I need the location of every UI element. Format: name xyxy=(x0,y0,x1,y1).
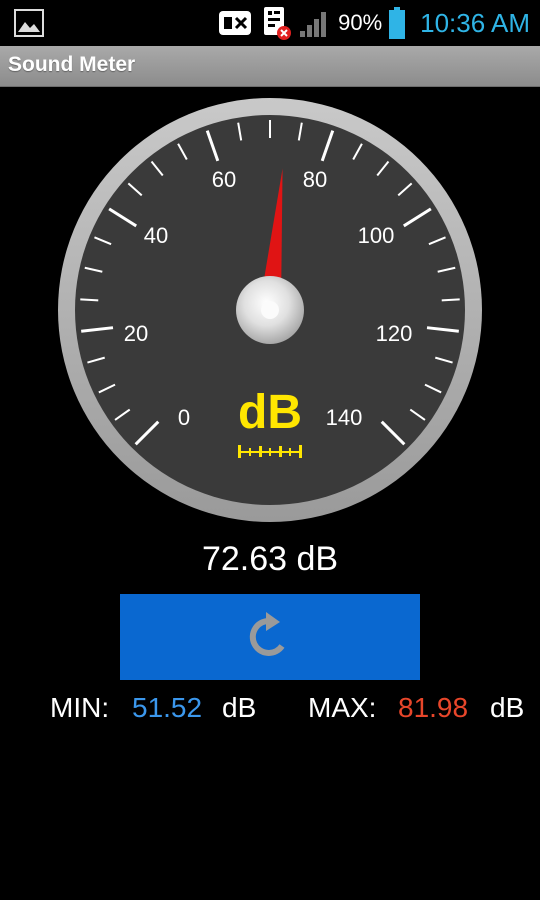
min-unit: dB xyxy=(222,692,257,723)
sound-gauge: 0 20 40 60 80 100 120 140 dB xyxy=(58,98,482,522)
svg-text:60: 60 xyxy=(212,167,236,192)
gauge-label-140: 140 xyxy=(326,405,363,430)
max-label: MAX: xyxy=(308,692,377,723)
sim-missing-icon xyxy=(219,11,252,35)
svg-text:0: 0 xyxy=(178,405,190,430)
gauge-tick xyxy=(80,298,99,302)
status-icons: 90% 10:36 AM xyxy=(218,0,530,46)
refresh-icon xyxy=(249,612,285,656)
gauge-unit-label: dB xyxy=(238,386,302,439)
sim-missing-icon xyxy=(264,7,292,40)
app-title: Sound Meter xyxy=(8,53,136,76)
image-icon xyxy=(14,9,44,37)
min-value: 51.52 xyxy=(132,692,203,723)
min-label: MIN: xyxy=(50,692,110,723)
gauge-tick xyxy=(441,298,460,302)
action-bar: Sound Meter xyxy=(0,46,540,87)
battery-icon xyxy=(389,7,406,39)
gauge-label-20: 20 xyxy=(124,321,148,346)
signal-icon xyxy=(300,12,327,37)
reset-button[interactable] xyxy=(120,594,420,680)
svg-text:40: 40 xyxy=(144,223,168,248)
svg-text:120: 120 xyxy=(376,321,413,346)
svg-text:140: 140 xyxy=(326,405,363,430)
svg-text:80: 80 xyxy=(303,167,327,192)
gauge-label-80: 80 xyxy=(303,167,327,192)
current-reading: 72.63 dB xyxy=(201,540,339,578)
gauge-label-40: 40 xyxy=(144,223,168,248)
gauge-label-0: 0 xyxy=(178,405,190,430)
svg-text:20: 20 xyxy=(124,321,148,346)
max-unit: dB xyxy=(490,692,525,723)
max-value: 81.98 xyxy=(398,692,469,723)
gauge-label-100: 100 xyxy=(358,223,395,248)
gauge-hub-center xyxy=(261,301,279,319)
battery-percent: 90% xyxy=(338,10,383,35)
gauge-label-60: 60 xyxy=(212,167,236,192)
status-clock: 10:36 AM xyxy=(420,7,530,38)
status-bar: 90% 10:36 AM xyxy=(0,0,540,46)
svg-text:100: 100 xyxy=(358,223,395,248)
gauge-label-120: 120 xyxy=(376,321,413,346)
